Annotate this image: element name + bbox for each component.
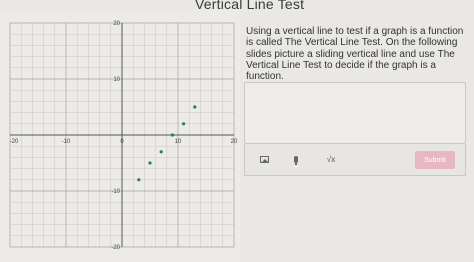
y-tick-label: -20 xyxy=(111,245,120,251)
coordinate-graph: -20 -10 0 10 20 20 10 -10 -20 xyxy=(0,10,240,262)
math-editor-button[interactable]: √x xyxy=(323,152,339,166)
y-tick-label: 10 xyxy=(113,77,120,83)
x-tick-label: 0 xyxy=(120,139,124,145)
submit-button[interactable]: Submit xyxy=(415,151,455,169)
graph-point xyxy=(170,133,174,137)
microphone-button[interactable] xyxy=(291,152,301,166)
x-tick-label: 20 xyxy=(231,139,238,145)
answer-input[interactable] xyxy=(244,82,466,144)
graph-point xyxy=(182,122,186,126)
y-tick-label: 20 xyxy=(113,21,120,27)
microphone-icon xyxy=(294,155,298,165)
x-tick-label: 10 xyxy=(175,139,182,145)
graph-point xyxy=(148,161,152,165)
answer-toolbar: √x Submit xyxy=(244,144,466,176)
graph-point xyxy=(137,178,141,182)
x-tick-label: -20 xyxy=(10,139,19,145)
y-tick-label: -10 xyxy=(111,189,120,195)
graph-point xyxy=(193,105,197,109)
graph-point xyxy=(159,150,163,154)
question-text: Using a vertical line to test if a graph… xyxy=(246,26,464,83)
x-tick-label: -10 xyxy=(62,139,71,145)
image-upload-button[interactable] xyxy=(259,152,269,166)
graph-canvas: -20 -10 0 10 20 20 10 -10 -20 xyxy=(9,21,238,251)
image-icon xyxy=(259,155,269,163)
